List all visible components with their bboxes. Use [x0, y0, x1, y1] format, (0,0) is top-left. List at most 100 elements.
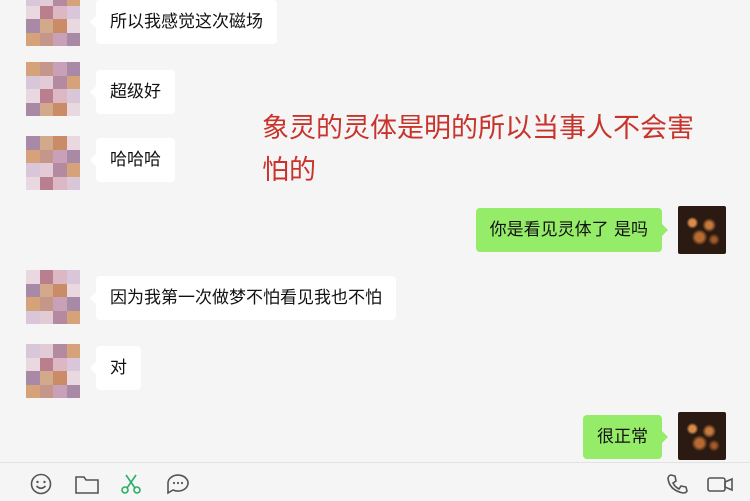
avatar-pixel [53, 136, 67, 150]
avatar-pixel [39, 102, 53, 116]
avatar-pixel [53, 89, 67, 103]
avatar-pixel [26, 371, 40, 385]
avatar-pixel [26, 357, 40, 371]
contact-avatar[interactable] [26, 136, 80, 190]
avatar-pixel [26, 62, 40, 76]
avatar-pixel [39, 136, 53, 150]
chat-history-icon[interactable] [165, 471, 191, 497]
contact-avatar[interactable] [26, 270, 80, 324]
avatar-pixel [39, 149, 53, 163]
avatar-pixel [39, 270, 53, 284]
avatar-pixel [39, 62, 53, 76]
received-message[interactable]: 哈哈哈 [90, 138, 175, 182]
avatar-pixel [66, 32, 80, 46]
avatar-pixel [66, 371, 80, 385]
annotation-line: 象灵的灵体是明的所以当事人不会害 [262, 113, 694, 144]
avatar-pixel [39, 89, 53, 103]
avatar-pixel [66, 270, 80, 284]
chat-history-icon-svg [167, 474, 189, 495]
emoji-icon[interactable] [28, 471, 54, 497]
avatar-pixel [26, 176, 40, 190]
video-icon[interactable] [706, 471, 736, 497]
avatar-pixel [53, 270, 67, 284]
contact-avatar[interactable] [26, 0, 80, 46]
avatar-pixel [66, 5, 80, 19]
avatar-pixel [66, 310, 80, 324]
avatar-pixel [39, 163, 53, 177]
avatar-pixel [53, 384, 67, 398]
received-message[interactable]: 对 [90, 346, 141, 390]
avatar-pixel [53, 19, 67, 33]
avatar-pixel [66, 75, 80, 89]
avatar-pixel [39, 357, 53, 371]
avatar-pixel [53, 357, 67, 371]
avatar-pixel [66, 344, 80, 358]
avatar-pixel [66, 384, 80, 398]
avatar-pixel [26, 163, 40, 177]
avatar-pixel [39, 5, 53, 19]
avatar-pixel [66, 297, 80, 311]
avatar-pixel [53, 163, 67, 177]
avatar-pixel [26, 136, 40, 150]
avatar-pixel [66, 163, 80, 177]
avatar-pixel [39, 283, 53, 297]
avatar-pixel [39, 32, 53, 46]
video-icon-svg [707, 477, 733, 492]
avatar-pixel [39, 384, 53, 398]
avatar-pixel [53, 176, 67, 190]
phone-icon[interactable] [664, 471, 690, 497]
avatar-pixel [26, 344, 40, 358]
avatar-pixel [26, 297, 40, 311]
folder-icon[interactable] [74, 471, 100, 497]
user-avatar[interactable] [678, 412, 726, 460]
avatar-pixel [26, 310, 40, 324]
received-message[interactable]: 超级好 [90, 70, 175, 114]
contact-avatar[interactable] [26, 62, 80, 116]
avatar-pixel [53, 344, 67, 358]
avatar-pixel [39, 371, 53, 385]
avatar-pixel [39, 344, 53, 358]
avatar-pixel [26, 32, 40, 46]
avatar-pixel [26, 149, 40, 163]
folder-icon-svg [75, 476, 99, 494]
scissors-icon[interactable] [118, 471, 144, 497]
avatar-pixel [53, 62, 67, 76]
avatar-pixel [66, 89, 80, 103]
avatar-pixel [66, 357, 80, 371]
contact-avatar[interactable] [26, 344, 80, 398]
annotation-line: 怕的 [262, 155, 316, 186]
annotation-text: 象灵的灵体是明的所以当事人不会害 怕的 [262, 108, 742, 192]
avatar-pixel [66, 62, 80, 76]
user-avatar[interactable] [678, 206, 726, 254]
avatar-pixel [39, 176, 53, 190]
sent-message[interactable]: 你是看见灵体了 是吗 [475, 208, 669, 252]
avatar-pixel [26, 102, 40, 116]
avatar-pixel [53, 310, 67, 324]
avatar-pixel [26, 19, 40, 33]
avatar-pixel [26, 5, 40, 19]
avatar-pixel [26, 384, 40, 398]
avatar-pixel [53, 371, 67, 385]
avatar-pixel [66, 102, 80, 116]
avatar-pixel [53, 5, 67, 19]
avatar-pixel [66, 19, 80, 33]
avatar-pixel [39, 75, 53, 89]
avatar-pixel [53, 283, 67, 297]
avatar-pixel [26, 270, 40, 284]
avatar-pixel [66, 283, 80, 297]
avatar-pixel [26, 89, 40, 103]
input-toolbar [0, 462, 750, 501]
avatar-pixel [26, 75, 40, 89]
phone-icon-svg [667, 474, 688, 494]
emoji-icon-svg [30, 473, 52, 495]
avatar-pixel [26, 283, 40, 297]
avatar-pixel [66, 149, 80, 163]
avatar-pixel [66, 176, 80, 190]
avatar-pixel [39, 19, 53, 33]
received-message[interactable]: 因为我第一次做梦不怕看见我也不怕 [90, 276, 396, 320]
avatar-pixel [39, 310, 53, 324]
sent-message[interactable]: 很正常 [583, 415, 668, 459]
avatar-pixel [66, 136, 80, 150]
scissors-icon-svg [121, 474, 141, 494]
received-message[interactable]: 所以我感觉这次磁场 [90, 0, 277, 44]
